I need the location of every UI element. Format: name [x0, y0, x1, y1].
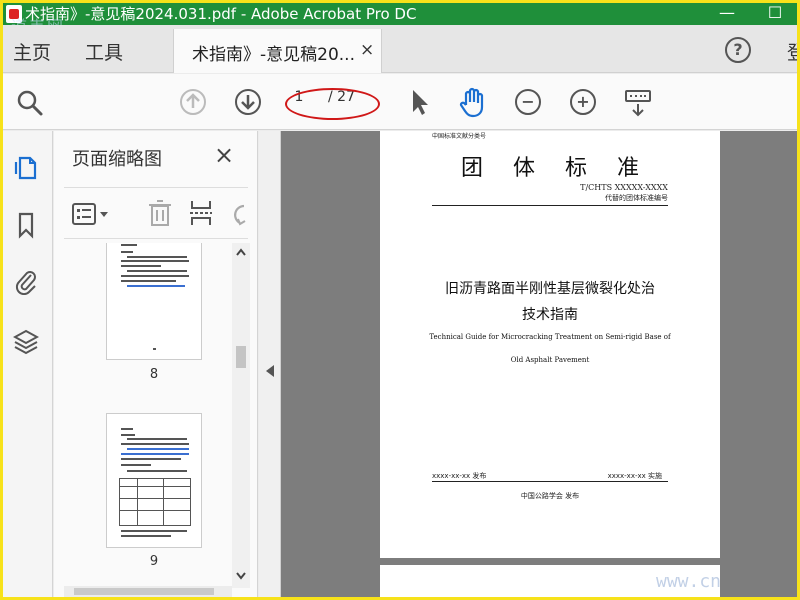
publisher: 中国公路学会 发布 [520, 492, 580, 500]
pdf-page: 中国标准文献分类号 团体标准 T/CHTS XXXXX-XXXX 代替的团体标准… [380, 131, 720, 558]
implement-date: xxxx-xx-xx 实施 [607, 472, 662, 480]
footer-rule [432, 481, 668, 482]
scroll-up-icon[interactable] [235, 247, 247, 257]
tab-bar: 主页 工具 术指南》-意见稿20... × ? 登 [3, 25, 797, 73]
class-number: 中国标准文献分类号 [432, 133, 487, 140]
extract-pages-icon[interactable] [188, 198, 216, 228]
minimize-button[interactable]: — [709, 3, 745, 25]
document-tab-label: 术指南》-意见稿20... [192, 45, 355, 65]
thumbnail-panel: 页面缩略图 × 8 9 [54, 131, 258, 597]
scroll-down-icon[interactable] [235, 571, 247, 581]
attachment-icon[interactable] [13, 267, 39, 295]
next-page-icon[interactable] [234, 88, 262, 116]
collapse-panel-handle[interactable] [259, 131, 281, 597]
document-view[interactable]: 中国标准文献分类号 团体标准 T/CHTS XXXXX-XXXX 代替的团体标准… [259, 131, 797, 597]
zoom-in-icon[interactable]: + [570, 89, 596, 115]
login-link[interactable]: 登 [787, 38, 797, 65]
tab-tools[interactable]: 工具 [85, 38, 123, 65]
title-bar: 术指南》-意见稿2024.031.pdf - Adobe Acrobat Pro… [3, 3, 797, 36]
zoom-out-icon[interactable]: − [515, 89, 541, 115]
main-toolbar: 1 / 27 − + [3, 74, 797, 130]
help-button[interactable]: ? [725, 37, 751, 63]
english-title-line2: Old Asphalt Pavement [510, 356, 590, 364]
search-icon[interactable] [15, 88, 45, 118]
hand-tool-icon[interactable] [457, 85, 489, 119]
delete-page-icon[interactable] [146, 198, 174, 228]
page-thumbnails-icon[interactable] [13, 153, 39, 181]
window-title: 术指南》-意见稿2024.031.pdf - Adobe Acrobat Pro… [25, 5, 417, 23]
standard-type: 团体标准 [460, 156, 669, 181]
tab-document[interactable]: 术指南》-意见稿20... × [173, 29, 382, 73]
issue-date: xxxx-xx-xx 发布 [432, 472, 487, 480]
scrollbar-thumb[interactable] [236, 346, 246, 368]
panel-toolbar [64, 187, 248, 239]
horizontal-scrollbar-thumb[interactable] [74, 588, 214, 595]
close-panel-button[interactable]: × [214, 141, 234, 169]
maximize-button[interactable]: ☐ [757, 3, 793, 25]
previous-page-icon[interactable] [179, 88, 207, 116]
watermark-bottom: www.cn [656, 571, 722, 592]
collapse-arrow-icon [266, 365, 274, 377]
panel-title: 页面缩略图 [72, 149, 162, 170]
select-arrow-icon[interactable] [407, 86, 431, 118]
layers-icon[interactable] [13, 327, 39, 355]
header-rule [432, 205, 668, 206]
thumbnail-page-label: 9 [149, 554, 159, 569]
thumbnail-scrollbar[interactable] [232, 243, 250, 588]
thumbnail-options-icon[interactable] [70, 200, 114, 228]
left-icon-rail [3, 131, 53, 597]
annotation-oval [285, 88, 380, 120]
english-title-line1: Technical Guide for Microcracking Treatm… [429, 333, 671, 341]
thumbnail-page-label: 8 [149, 367, 159, 382]
document-title-line1: 旧沥青路面半刚性基层微裂化处治 [445, 281, 655, 297]
tab-home[interactable]: 主页 [13, 38, 51, 65]
standard-code-note: 代替的团体标准编号 [605, 194, 668, 202]
bookmark-icon[interactable] [13, 211, 39, 239]
standard-code: T/CHTS XXXXX-XXXX [580, 183, 668, 192]
keyboard-tools-icon[interactable] [623, 88, 653, 118]
thumbnail-list: 8 9 [54, 243, 238, 588]
close-tab-button[interactable]: × [360, 40, 374, 60]
page-thumbnail[interactable] [106, 243, 202, 360]
thumbnail-horizontal-scrollbar[interactable] [64, 586, 232, 597]
page-thumbnail[interactable] [106, 413, 202, 548]
rotate-page-icon[interactable] [230, 200, 248, 228]
document-title-line2: 技术指南 [522, 307, 578, 323]
app-window: 术指南》-意见稿2024.031.pdf - Adobe Acrobat Pro… [3, 3, 797, 597]
